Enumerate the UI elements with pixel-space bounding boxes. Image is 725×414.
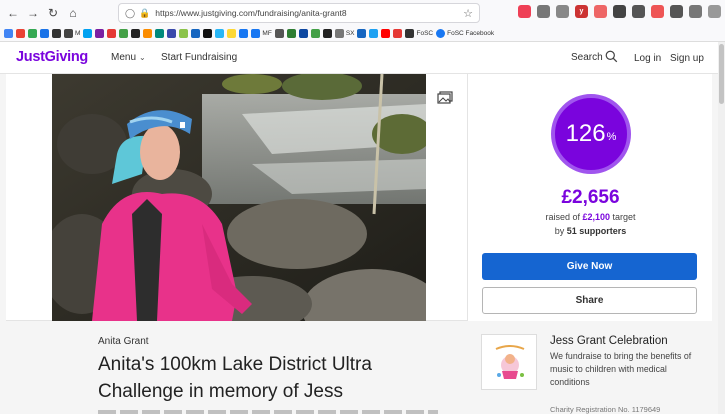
bookmark-item[interactable]	[83, 28, 93, 40]
bookmark-item[interactable]	[286, 28, 296, 40]
bookmark-item[interactable]	[28, 28, 37, 40]
progress-percent: 126	[565, 120, 606, 147]
bookmark-item[interactable]	[322, 28, 332, 40]
title-line-2: Challenge in memory of Jess	[98, 381, 343, 402]
bookmark-item[interactable]	[215, 28, 225, 40]
url-text[interactable]: https://www.justgiving.com/fundraising/a…	[155, 8, 346, 18]
pocket-icon[interactable]	[518, 5, 531, 18]
give-now-button[interactable]: Give Now	[482, 253, 697, 280]
yd-extension-icon[interactable]: y	[575, 5, 588, 18]
bookmark-item[interactable]	[274, 28, 284, 40]
amount-raised: £2,656	[561, 187, 620, 208]
library-icon[interactable]	[556, 5, 569, 18]
search-icon[interactable]	[605, 50, 618, 63]
search-label[interactable]: Search	[571, 52, 603, 63]
extension-icon-1[interactable]	[594, 5, 607, 18]
forward-icon[interactable]: →	[22, 2, 44, 24]
bookmark-item[interactable]	[298, 28, 308, 40]
page-scrollbar[interactable]	[718, 42, 725, 414]
bookmark-item-fosc-facebook[interactable]: FoSC Facebook	[436, 28, 494, 40]
extension-icon-3[interactable]	[632, 5, 645, 18]
address-bar[interactable]: ◯ 🔒 https://www.justgiving.com/fundraisi…	[118, 3, 480, 23]
chevron-down-icon: ⌄	[139, 53, 146, 62]
fundraiser-name[interactable]: Anita Grant	[98, 336, 149, 347]
charity-name[interactable]: Jess Grant Celebration	[550, 335, 668, 347]
bookmark-item[interactable]	[107, 28, 117, 40]
donation-panel: 126% £2,656 raised of £2,100 target by 5…	[467, 74, 712, 321]
bookmark-item-fosc[interactable]: FoSC	[405, 28, 433, 40]
charity-description: We fundraise to bring the benefits of mu…	[550, 351, 692, 387]
extensions-area: y	[518, 5, 721, 18]
bookmark-item-m[interactable]: M	[64, 28, 80, 40]
share-button[interactable]: Share	[482, 287, 697, 314]
bookmark-item[interactable]	[52, 28, 61, 40]
bookmark-item-sx[interactable]: SX	[334, 28, 354, 40]
site-header: JustGiving Menu ⌄ Start Fundraising Searc…	[0, 42, 718, 74]
bookmark-item[interactable]	[167, 28, 177, 40]
menu-label: Menu	[111, 52, 137, 63]
signup-link[interactable]: Sign up	[670, 53, 704, 64]
back-icon[interactable]: ←	[2, 2, 24, 24]
supporters-text: by 51 supporters	[554, 226, 627, 236]
bookmark-item[interactable]	[369, 28, 379, 40]
login-link[interactable]: Log in	[634, 53, 661, 64]
extension-icon-4[interactable]	[651, 5, 664, 18]
page-title: Anita's 100km Lake District Ultra Challe…	[98, 351, 448, 405]
puzzle-icon[interactable]	[689, 5, 702, 18]
story-text-cutoff	[98, 408, 438, 414]
bookmark-item[interactable]	[155, 28, 165, 40]
bookmark-item[interactable]	[119, 28, 129, 40]
overflow-menu-icon[interactable]	[708, 5, 721, 18]
bookmark-item[interactable]	[381, 28, 391, 40]
gallery-icon[interactable]	[435, 86, 457, 108]
bookmark-item[interactable]	[393, 28, 403, 40]
bookmark-item[interactable]	[143, 28, 153, 40]
title-line-1: Anita's 100km Lake District Ultra	[98, 354, 372, 375]
bookmark-item[interactable]	[191, 28, 201, 40]
justgiving-logo[interactable]: JustGiving	[16, 49, 88, 65]
browser-toolbar: ← → ↻ ⌂ ◯ 🔒 https://www.justgiving.com/f…	[0, 0, 725, 26]
percent-sign: %	[606, 131, 617, 143]
bookmark-star-icon[interactable]: ☆	[463, 7, 473, 20]
target-amount: £2,100	[582, 212, 611, 222]
bookmark-item[interactable]	[227, 28, 237, 40]
bookmark-item[interactable]	[40, 28, 49, 40]
bookmark-item-mf[interactable]: MF	[251, 28, 272, 40]
reload-icon[interactable]: ↻	[42, 2, 64, 24]
bookmark-item[interactable]	[357, 28, 367, 40]
download-icon[interactable]	[537, 5, 550, 18]
shield-icon[interactable]: ◯	[125, 8, 135, 19]
menu-button[interactable]: Menu ⌄	[111, 52, 146, 63]
progress-circle: 126%	[551, 94, 631, 174]
extension-icon-2[interactable]	[613, 5, 626, 18]
fundraiser-photo	[52, 74, 426, 321]
supporters-count: 51 supporters	[566, 226, 627, 236]
target-text: raised of £2,100 target	[545, 212, 636, 222]
bookmark-item[interactable]	[4, 28, 13, 40]
bookmark-item[interactable]	[203, 28, 213, 40]
home-icon[interactable]: ⌂	[62, 2, 84, 24]
extension-icon-5[interactable]	[670, 5, 683, 18]
lock-icon[interactable]: 🔒	[139, 8, 150, 19]
bookmark-item[interactable]	[16, 28, 25, 40]
hero-section	[6, 74, 467, 321]
scrollbar-thumb[interactable]	[719, 44, 724, 104]
bookmark-item[interactable]	[179, 28, 189, 40]
charity-registration: Charity Registration No. 1179649	[550, 405, 661, 414]
bookmarks-bar: M MF SX FoSC FoSC Facebook	[0, 26, 725, 42]
bookmark-item[interactable]	[239, 28, 249, 40]
bookmark-item[interactable]	[95, 28, 105, 40]
charity-logo[interactable]	[481, 334, 537, 390]
bookmark-item[interactable]	[310, 28, 320, 40]
bookmark-item[interactable]	[131, 28, 141, 40]
start-fundraising-link[interactable]: Start Fundraising	[161, 52, 237, 63]
